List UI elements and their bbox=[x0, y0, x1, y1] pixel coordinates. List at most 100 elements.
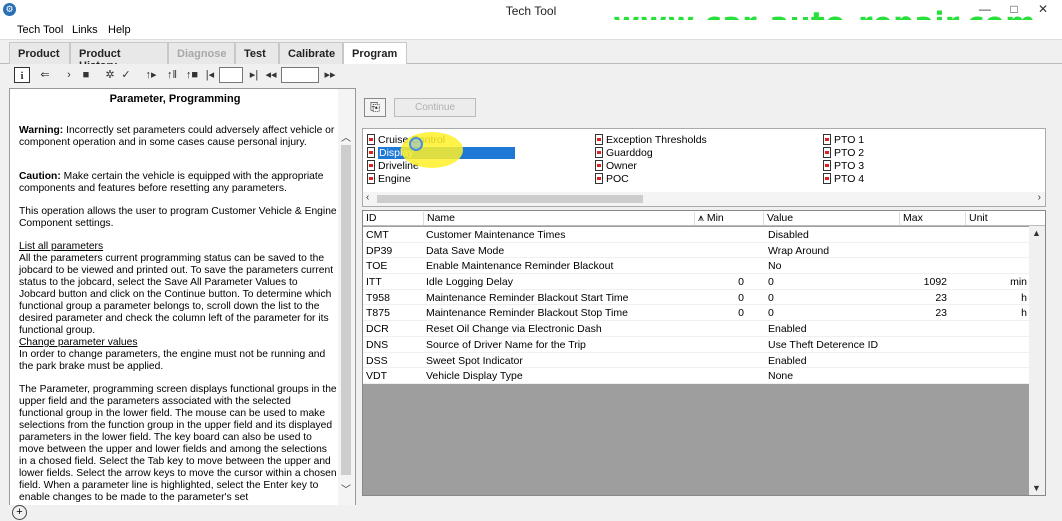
table-row[interactable]: DP39 Data Save Mode Wrap Around bbox=[363, 242, 1045, 259]
cell-id: DCR bbox=[366, 323, 389, 336]
scroll-up-icon[interactable]: ▲ bbox=[1032, 228, 1041, 238]
step-icon[interactable]: ↑▸ bbox=[143, 67, 159, 83]
stop-icon[interactable]: ■ bbox=[80, 67, 92, 83]
bug-icon[interactable]: ✲ bbox=[103, 67, 117, 83]
cell-id: VDT bbox=[366, 370, 387, 383]
cell-name: Vehicle Display Type bbox=[426, 370, 523, 383]
add-icon[interactable]: + bbox=[12, 505, 27, 520]
scroll-left-icon[interactable]: ‹ bbox=[366, 192, 369, 203]
table-row[interactable]: DCR Reset Oil Change via Electronic Dash E… bbox=[363, 321, 1045, 337]
group-item[interactable]: POC bbox=[595, 173, 629, 185]
info-icon[interactable]: i bbox=[14, 67, 30, 83]
next-icon[interactable]: ▸| bbox=[249, 67, 259, 83]
prev-icon[interactable]: ◂◂ bbox=[265, 67, 277, 83]
table-row[interactable]: DSS Sweet Spot Indicator Enabled bbox=[363, 352, 1045, 369]
cell-name: Sweet Spot Indicator bbox=[426, 354, 523, 367]
cell-max: 23 bbox=[935, 291, 947, 304]
col-name[interactable]: Name bbox=[423, 212, 455, 225]
minimize-button[interactable]: — bbox=[972, 2, 998, 16]
group-item[interactable]: PTO 2 bbox=[823, 147, 864, 159]
col-min[interactable]: ⩚ Min bbox=[694, 212, 724, 225]
functional-groups-panel: Cruise Control Display Driveline Engine … bbox=[362, 128, 1046, 207]
check-icon[interactable]: ✓ bbox=[120, 67, 132, 83]
groups-scroll-thumb[interactable] bbox=[377, 195, 643, 203]
cell-value: 0 bbox=[768, 307, 774, 320]
cell-min: 0 bbox=[738, 291, 744, 304]
group-item[interactable]: Guarddog bbox=[595, 147, 653, 159]
pause-icon[interactable]: ↑ǁ bbox=[164, 67, 180, 83]
group-icon bbox=[367, 147, 375, 158]
play-icon[interactable]: › bbox=[64, 67, 74, 83]
table-row[interactable]: VDT Vehicle Display Type None bbox=[363, 368, 1045, 384]
tab-product-history[interactable]: Product History bbox=[70, 42, 168, 72]
col-value[interactable]: Value bbox=[763, 212, 793, 225]
scroll-down-icon[interactable]: ﹀ bbox=[341, 481, 351, 496]
cell-value: Disabled bbox=[768, 229, 809, 241]
cell-min: 0 bbox=[738, 276, 744, 289]
cell-value: No bbox=[768, 260, 782, 273]
continue-button[interactable]: Continue bbox=[394, 98, 476, 117]
save-jobcard-button[interactable]: ⎘ bbox=[364, 98, 386, 117]
table-row[interactable]: T875 Maintenance Reminder Blackout Stop T… bbox=[363, 305, 1045, 322]
table-row[interactable]: ITT Idle Logging Delay 0 0 1092 min bbox=[363, 274, 1045, 290]
menu-tech-tool[interactable]: Tech Tool bbox=[17, 24, 63, 36]
first-icon[interactable]: |◂ bbox=[205, 67, 215, 83]
back-icon[interactable]: ⇐ bbox=[38, 67, 52, 83]
tab-calibrate[interactable]: Calibrate bbox=[279, 42, 343, 64]
group-icon bbox=[595, 134, 603, 145]
toolbar: i ⇐ › ■ ✲ ✓ ↑▸ ↑ǁ ↑■ |◂ ▸| ◂◂ ▸▸ bbox=[8, 64, 1062, 86]
tab-test[interactable]: Test bbox=[235, 42, 279, 64]
table-row[interactable]: CMT Customer Maintenance Times Disabled bbox=[363, 227, 1045, 243]
group-icon bbox=[595, 160, 603, 171]
group-icon bbox=[595, 173, 603, 184]
group-item[interactable]: Owner bbox=[595, 160, 637, 172]
tab-diagnose[interactable]: Diagnose bbox=[168, 42, 235, 64]
cell-id: DNS bbox=[366, 338, 389, 351]
cell-value: Enabled bbox=[768, 354, 807, 367]
record-icon[interactable]: ↑■ bbox=[184, 67, 200, 83]
tab-program[interactable]: Program bbox=[343, 42, 407, 65]
group-item[interactable]: PTO 4 bbox=[823, 173, 864, 185]
col-unit[interactable]: Unit bbox=[965, 212, 988, 225]
tab-product[interactable]: Product bbox=[9, 42, 70, 64]
scroll-right-icon[interactable]: › bbox=[1038, 192, 1041, 203]
table-scrollbar[interactable]: ▲ ▼ bbox=[1029, 226, 1045, 495]
help-scroll-thumb[interactable] bbox=[341, 145, 351, 475]
scroll-down-icon[interactable]: ▼ bbox=[1032, 483, 1041, 493]
cell-unit: min bbox=[1010, 276, 1027, 289]
table-row[interactable]: TOE Enable Maintenance Reminder Blackout N… bbox=[363, 258, 1045, 275]
groups-hscrollbar[interactable]: ‹ › bbox=[363, 192, 1045, 206]
page-input-2[interactable] bbox=[281, 67, 319, 83]
scroll-up-icon[interactable]: ︿ bbox=[341, 129, 351, 144]
group-item[interactable]: Engine bbox=[367, 173, 411, 185]
cell-name: Reset Oil Change via Electronic Dash bbox=[426, 323, 602, 336]
table-row[interactable]: DNS Source of Driver Name for the Trip Use… bbox=[363, 336, 1045, 353]
page-input[interactable] bbox=[219, 67, 243, 83]
table-row[interactable]: T958 Maintenance Reminder Blackout Start … bbox=[363, 289, 1045, 306]
sort-icon: ⩚ bbox=[698, 212, 707, 224]
caution-paragraph: Caution: Make certain the vehicle is equ… bbox=[19, 171, 337, 195]
cell-value: Wrap Around bbox=[768, 244, 830, 257]
group-icon bbox=[367, 173, 375, 184]
group-item[interactable]: PTO 3 bbox=[823, 160, 864, 172]
last-icon[interactable]: ▸▸ bbox=[324, 67, 336, 83]
help-scrollbar[interactable]: ︿ ﹀ bbox=[338, 89, 355, 510]
group-icon bbox=[367, 134, 375, 145]
group-item[interactable]: PTO 1 bbox=[823, 134, 864, 146]
title-bar: ⚙ Tech Tool www.car-auto-repair.com — □ … bbox=[0, 0, 1062, 40]
col-id[interactable]: ID bbox=[363, 212, 377, 225]
close-button[interactable]: ✕ bbox=[1030, 2, 1056, 16]
group-item[interactable]: Exception Thresholds bbox=[595, 134, 707, 146]
col-min-label: Min bbox=[706, 212, 724, 224]
change-heading[interactable]: Change parameter values bbox=[19, 337, 138, 348]
maximize-button[interactable]: □ bbox=[1001, 2, 1027, 16]
group-icon bbox=[595, 147, 603, 158]
warning-text: Incorrectly set parameters could adverse… bbox=[19, 125, 335, 148]
cell-unit: h bbox=[1021, 307, 1027, 320]
cursor-icon bbox=[409, 137, 423, 151]
list-paragraph: List all parameters All the parameters cu… bbox=[19, 241, 337, 373]
menu-links[interactable]: Links bbox=[72, 24, 98, 36]
menu-help[interactable]: Help bbox=[108, 24, 131, 36]
col-max[interactable]: Max bbox=[899, 212, 923, 225]
list-heading[interactable]: List all parameters bbox=[19, 241, 103, 252]
